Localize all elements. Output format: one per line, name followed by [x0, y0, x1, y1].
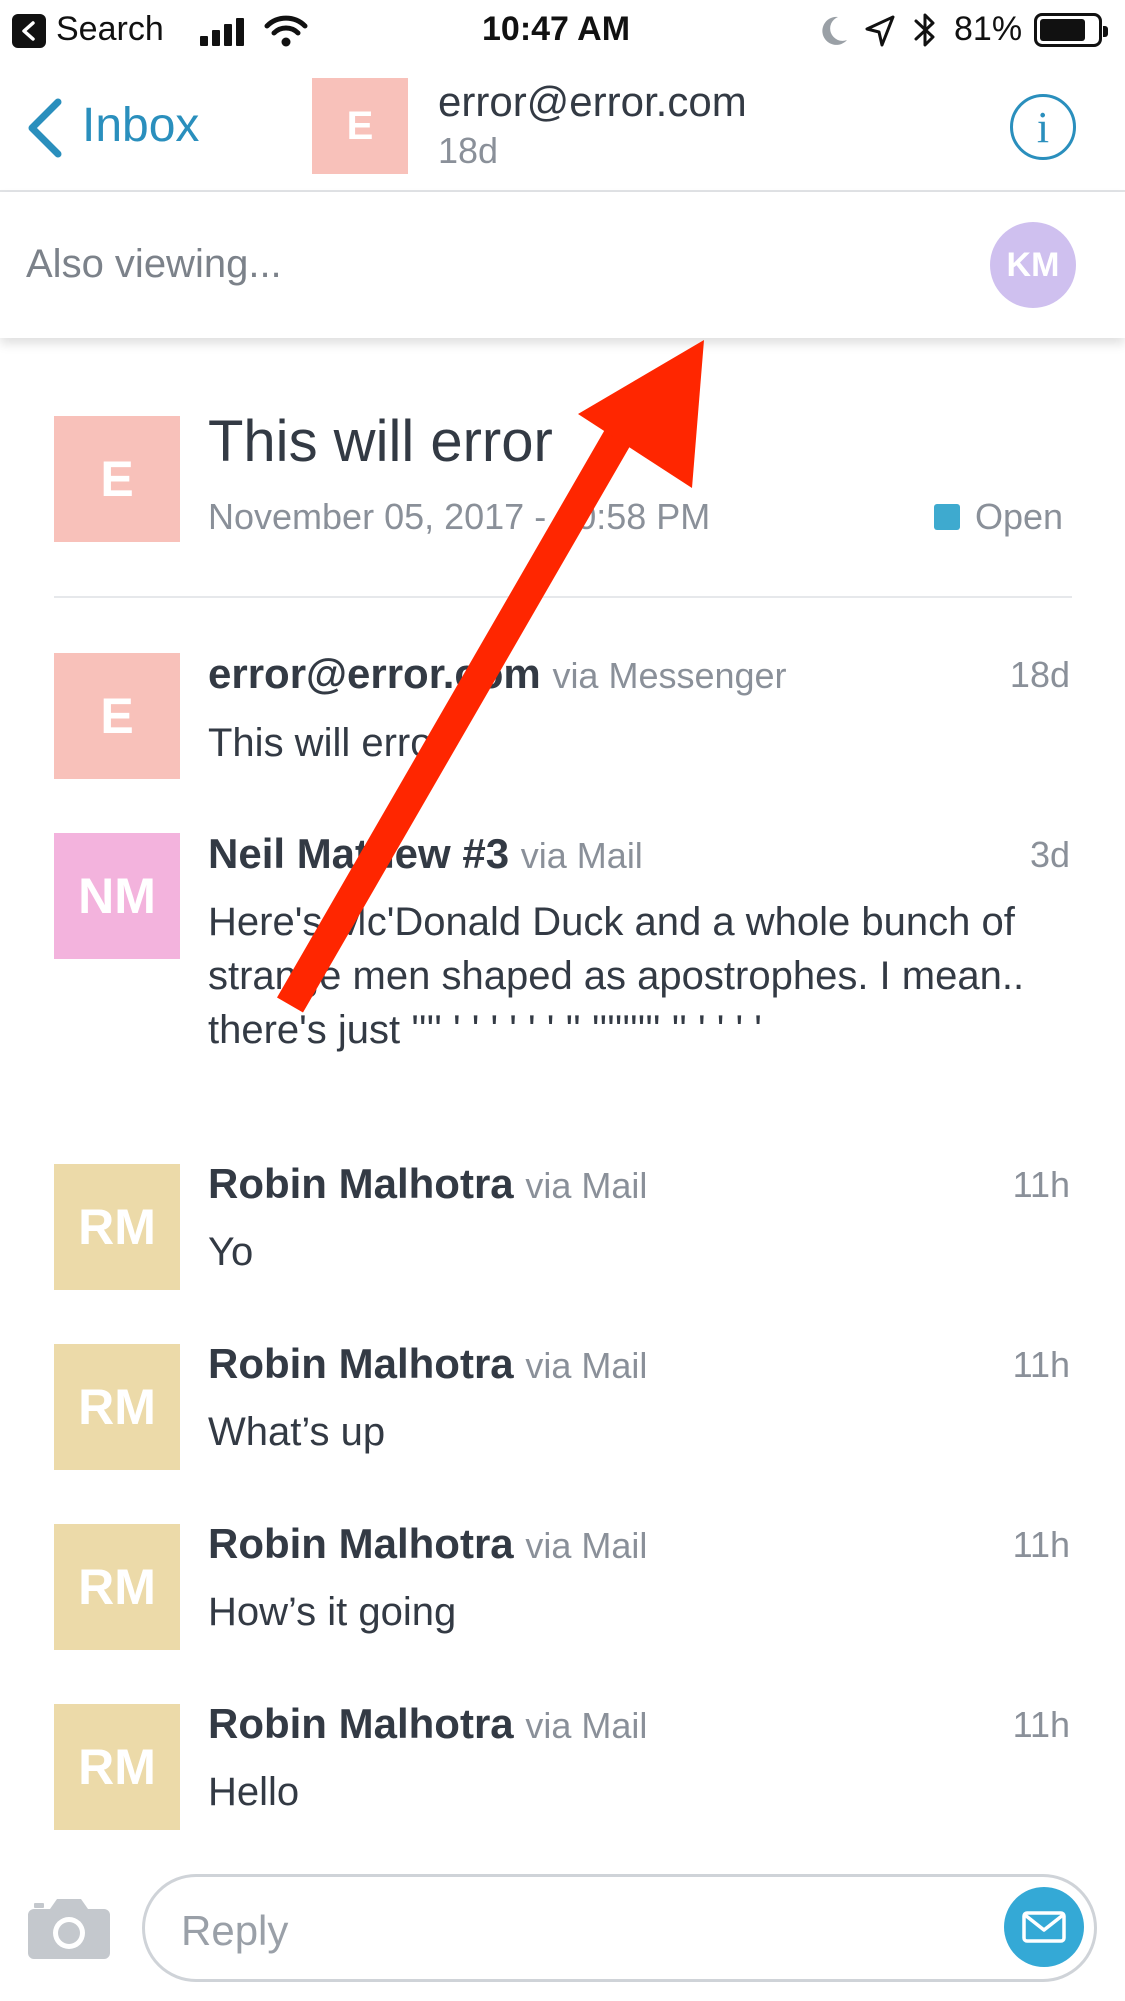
- message-body: This will error: [208, 721, 446, 765]
- cellular-signal-icon: [200, 16, 250, 46]
- envelope-icon: [1022, 1911, 1066, 1943]
- message-body: Yo: [208, 1230, 254, 1274]
- sender-initials: RM: [78, 1379, 156, 1435]
- sender-name-line: Robin Malhotra via Mail: [208, 1520, 647, 1568]
- message-time: 18d: [1009, 654, 1070, 695]
- chevron-left-icon[interactable]: [24, 98, 64, 158]
- conversation-avatar: E: [54, 416, 180, 542]
- sender-initials: E: [100, 688, 134, 744]
- sender-channel: via Messenger: [552, 655, 787, 696]
- status-badge[interactable]: Open: [975, 496, 1063, 538]
- sender-avatar: RM: [54, 1704, 180, 1830]
- message-time: 3d: [1029, 834, 1070, 875]
- sender-channel: via Mail: [525, 1705, 648, 1746]
- conversation-date: November 05, 2017 - 10:58 PM: [208, 496, 711, 537]
- sender-name: Robin Malhotra: [208, 1160, 514, 1207]
- sender-initials: RM: [78, 1739, 156, 1795]
- info-icon: i: [1036, 102, 1050, 152]
- sender-name-line: error@error.com via Messenger: [208, 650, 787, 698]
- message-time: 11h: [1012, 1344, 1070, 1385]
- conversation-avatar-initial: E: [100, 451, 134, 507]
- message-body: Here's Mc'Donald Duck and a whole bunch …: [208, 900, 1025, 1052]
- back-app-label[interactable]: Search: [56, 10, 164, 49]
- sender-name: Robin Malhotra: [208, 1520, 514, 1567]
- sender-avatar: RM: [54, 1524, 180, 1650]
- status-open-indicator: [934, 504, 960, 530]
- sender-name-line: Robin Malhotra via Mail: [208, 1160, 647, 1208]
- sender-channel: via Mail: [520, 835, 643, 876]
- sender-channel: via Mail: [525, 1165, 648, 1206]
- viewer-initials: KM: [1006, 245, 1060, 284]
- info-button[interactable]: i: [1010, 94, 1076, 160]
- also-viewing-bar: Also viewing... KM: [0, 192, 1125, 338]
- contact-avatar-initial: E: [346, 103, 374, 148]
- camera-icon[interactable]: [26, 1895, 112, 1961]
- sender-initials: NM: [78, 868, 156, 924]
- sender-avatar: E: [54, 653, 180, 779]
- sender-name: Neil Mathew #3: [208, 830, 510, 877]
- sender-name: Robin Malhotra: [208, 1340, 514, 1387]
- message-body: How’s it going: [208, 1590, 457, 1634]
- message-time: 11h: [1012, 1704, 1070, 1745]
- also-viewing-label: Also viewing...: [26, 242, 282, 286]
- send-button[interactable]: [1004, 1887, 1084, 1967]
- sender-channel: via Mail: [525, 1525, 648, 1566]
- conversation-title: This will error: [208, 409, 553, 474]
- message-body: Hello: [208, 1770, 300, 1814]
- battery-percent: 81%: [954, 10, 1023, 48]
- sender-name: Robin Malhotra: [208, 1700, 514, 1747]
- wifi-icon: [264, 15, 308, 47]
- back-to-app-icon[interactable]: [12, 14, 46, 48]
- reply-placeholder: Reply: [181, 1907, 289, 1954]
- sender-channel: via Mail: [525, 1345, 648, 1386]
- sender-avatar: RM: [54, 1164, 180, 1290]
- reply-input[interactable]: Reply: [142, 1874, 1097, 1982]
- sender-name-line: Robin Malhotra via Mail: [208, 1340, 647, 1388]
- message-time: 11h: [1012, 1164, 1070, 1205]
- sender-name: error@error.com: [208, 650, 541, 697]
- status-time: 10:47 AM: [482, 10, 631, 48]
- divider: [54, 596, 1072, 598]
- sender-avatar: NM: [54, 833, 180, 959]
- conversation-header: Inbox E error@error.com 18d i: [0, 64, 1125, 192]
- viewer-avatar[interactable]: KM: [990, 222, 1076, 308]
- sender-avatar: RM: [54, 1344, 180, 1470]
- sender-name-line: Robin Malhotra via Mail: [208, 1700, 647, 1748]
- battery-icon: [1034, 13, 1108, 47]
- bluetooth-icon: [914, 13, 935, 47]
- back-button[interactable]: Inbox: [82, 98, 199, 153]
- message-time: 11h: [1012, 1524, 1070, 1565]
- contact-title: error@error.com: [438, 78, 747, 125]
- moon-icon: [822, 16, 847, 45]
- sender-initials: RM: [78, 1199, 156, 1255]
- contact-avatar[interactable]: E: [312, 78, 408, 174]
- message-body: What’s up: [208, 1410, 386, 1454]
- contact-age: 18d: [438, 130, 499, 171]
- sender-name-line: Neil Mathew #3 via Mail: [208, 830, 643, 878]
- status-bar: Search 10:47 AM 81%: [0, 0, 1125, 64]
- sender-initials: RM: [78, 1559, 156, 1615]
- location-icon: [865, 15, 895, 47]
